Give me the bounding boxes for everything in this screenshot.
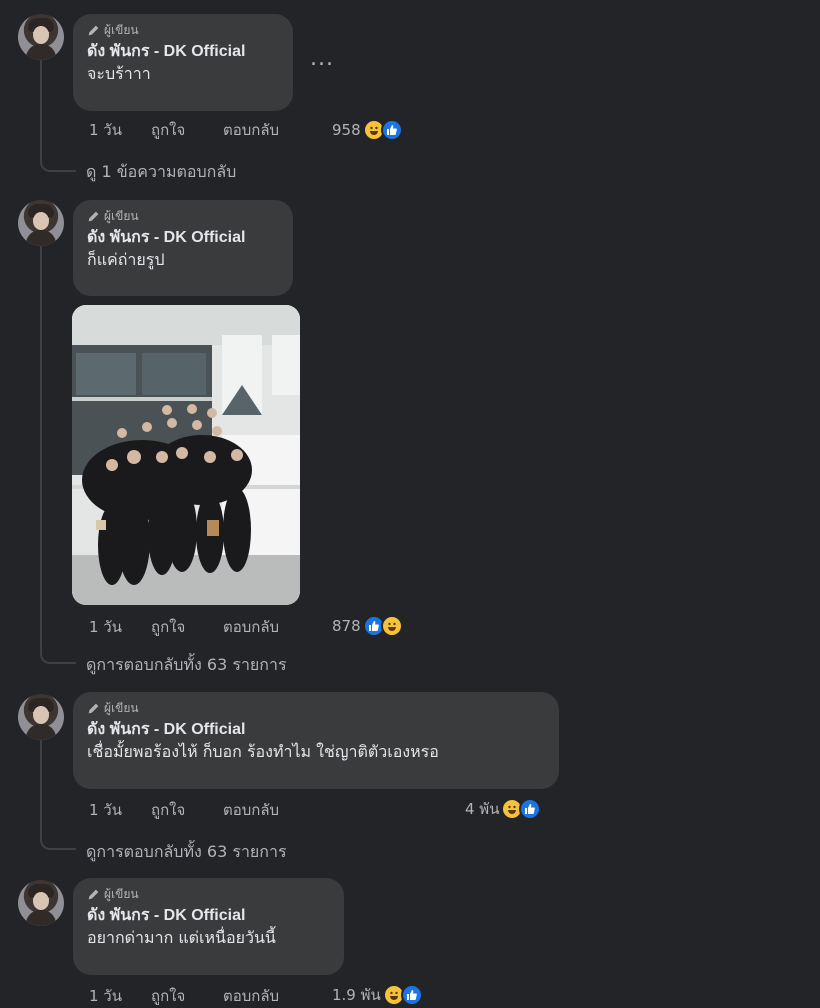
comment-bubble: ผู้เขียน ดัง พันกร - DK Official ก็แค่ถ่… [73,200,293,296]
thread-connector [40,642,76,664]
thread-line [40,60,42,155]
comment-bubble: ผู้เขียน ดัง พันกร - DK Official จะบร้าา… [73,14,293,111]
comment-bubble: ผู้เขียน ดัง พันกร - DK Official เชื่อมั… [73,692,559,789]
reaction-count: 958 [332,121,361,139]
like-emoji-icon [380,119,403,141]
comment-actions: 1 วัน ถูกใจ ตอบกลับ [89,119,279,141]
reaction-summary[interactable]: 878 [332,614,403,638]
group-photo-image [72,305,300,605]
view-replies-link[interactable]: ดูการตอบกลับทั้ง 63 รายการ [86,840,287,865]
timestamp[interactable]: 1 วัน [89,984,151,1008]
reply-button[interactable]: ตอบกลับ [223,798,279,822]
author-name[interactable]: ดัง พันกร - DK Official [87,906,330,926]
comment-actions: 1 วัน ถูกใจ ตอบกลับ [89,985,279,1007]
reaction-count: 4 พัน [465,800,500,818]
view-replies-link[interactable]: ดู 1 ข้อความตอบกลับ [86,160,236,185]
timestamp[interactable]: 1 วัน [89,118,151,142]
more-options-button[interactable]: ... [310,46,334,71]
thread-connector [40,150,76,172]
reaction-summary[interactable]: 958 [332,118,403,142]
author-name[interactable]: ดัง พันกร - DK Official [87,720,545,740]
author-badge: ผู้เขียน [87,700,545,716]
author-badge: ผู้เขียน [87,886,330,902]
like-emoji-icon [400,984,423,1006]
like-button[interactable]: ถูกใจ [151,984,223,1008]
like-button[interactable]: ถูกใจ [151,798,223,822]
avatar[interactable] [18,880,64,926]
comment-text: ก็แค่ถ่ายรูป [87,250,165,269]
comment-photo[interactable] [72,305,300,605]
author-badge-label: ผู้เขียน [104,700,139,715]
reply-button[interactable]: ตอบกลับ [223,118,279,142]
avatar[interactable] [18,200,64,246]
comment-bubble: ผู้เขียน ดัง พันกร - DK Official อยากด่า… [73,878,344,975]
like-button[interactable]: ถูกใจ [151,118,223,142]
avatar[interactable] [18,14,64,60]
reply-button[interactable]: ตอบกลับ [223,615,279,639]
like-emoji-icon [519,798,542,820]
comment-actions: 1 วัน ถูกใจ ตอบกลับ [89,799,279,821]
author-badge: ผู้เขียน [87,22,279,38]
thread-line [40,740,42,830]
pencil-icon [88,889,99,899]
pencil-icon [88,703,99,713]
thread-line [40,245,42,645]
view-replies-link[interactable]: ดูการตอบกลับทั้ง 63 รายการ [86,653,287,678]
timestamp[interactable]: 1 วัน [89,615,151,639]
author-badge: ผู้เขียน [87,208,279,224]
pencil-icon [88,25,99,35]
reaction-count: 1.9 พัน [332,986,381,1004]
comment-text: เชื่อมั้ยพอร้องไห้ ก็บอก ร้องทำไม ใช่ญาต… [87,742,439,761]
author-name[interactable]: ดัง พันกร - DK Official [87,228,279,248]
reaction-count: 878 [332,617,361,635]
author-badge-label: ผู้เขียน [104,22,139,37]
reply-button[interactable]: ตอบกลับ [223,984,279,1008]
comment-actions: 1 วัน ถูกใจ ตอบกลับ [89,616,279,638]
reaction-summary[interactable]: 4 พัน [465,797,542,821]
author-name[interactable]: ดัง พันกร - DK Official [87,42,279,62]
avatar[interactable] [18,694,64,740]
timestamp[interactable]: 1 วัน [89,798,151,822]
comment-text: อยากด่ามาก แต่เหนื่อยวันนี้ [87,928,276,947]
like-button[interactable]: ถูกใจ [151,615,223,639]
haha-emoji-icon [380,615,403,637]
pencil-icon [88,211,99,221]
thread-connector [40,828,76,850]
reaction-summary[interactable]: 1.9 พัน [332,983,423,1007]
author-badge-label: ผู้เขียน [104,208,139,223]
author-badge-label: ผู้เขียน [104,886,139,901]
comment-text: จะบร้าาา [87,64,151,83]
